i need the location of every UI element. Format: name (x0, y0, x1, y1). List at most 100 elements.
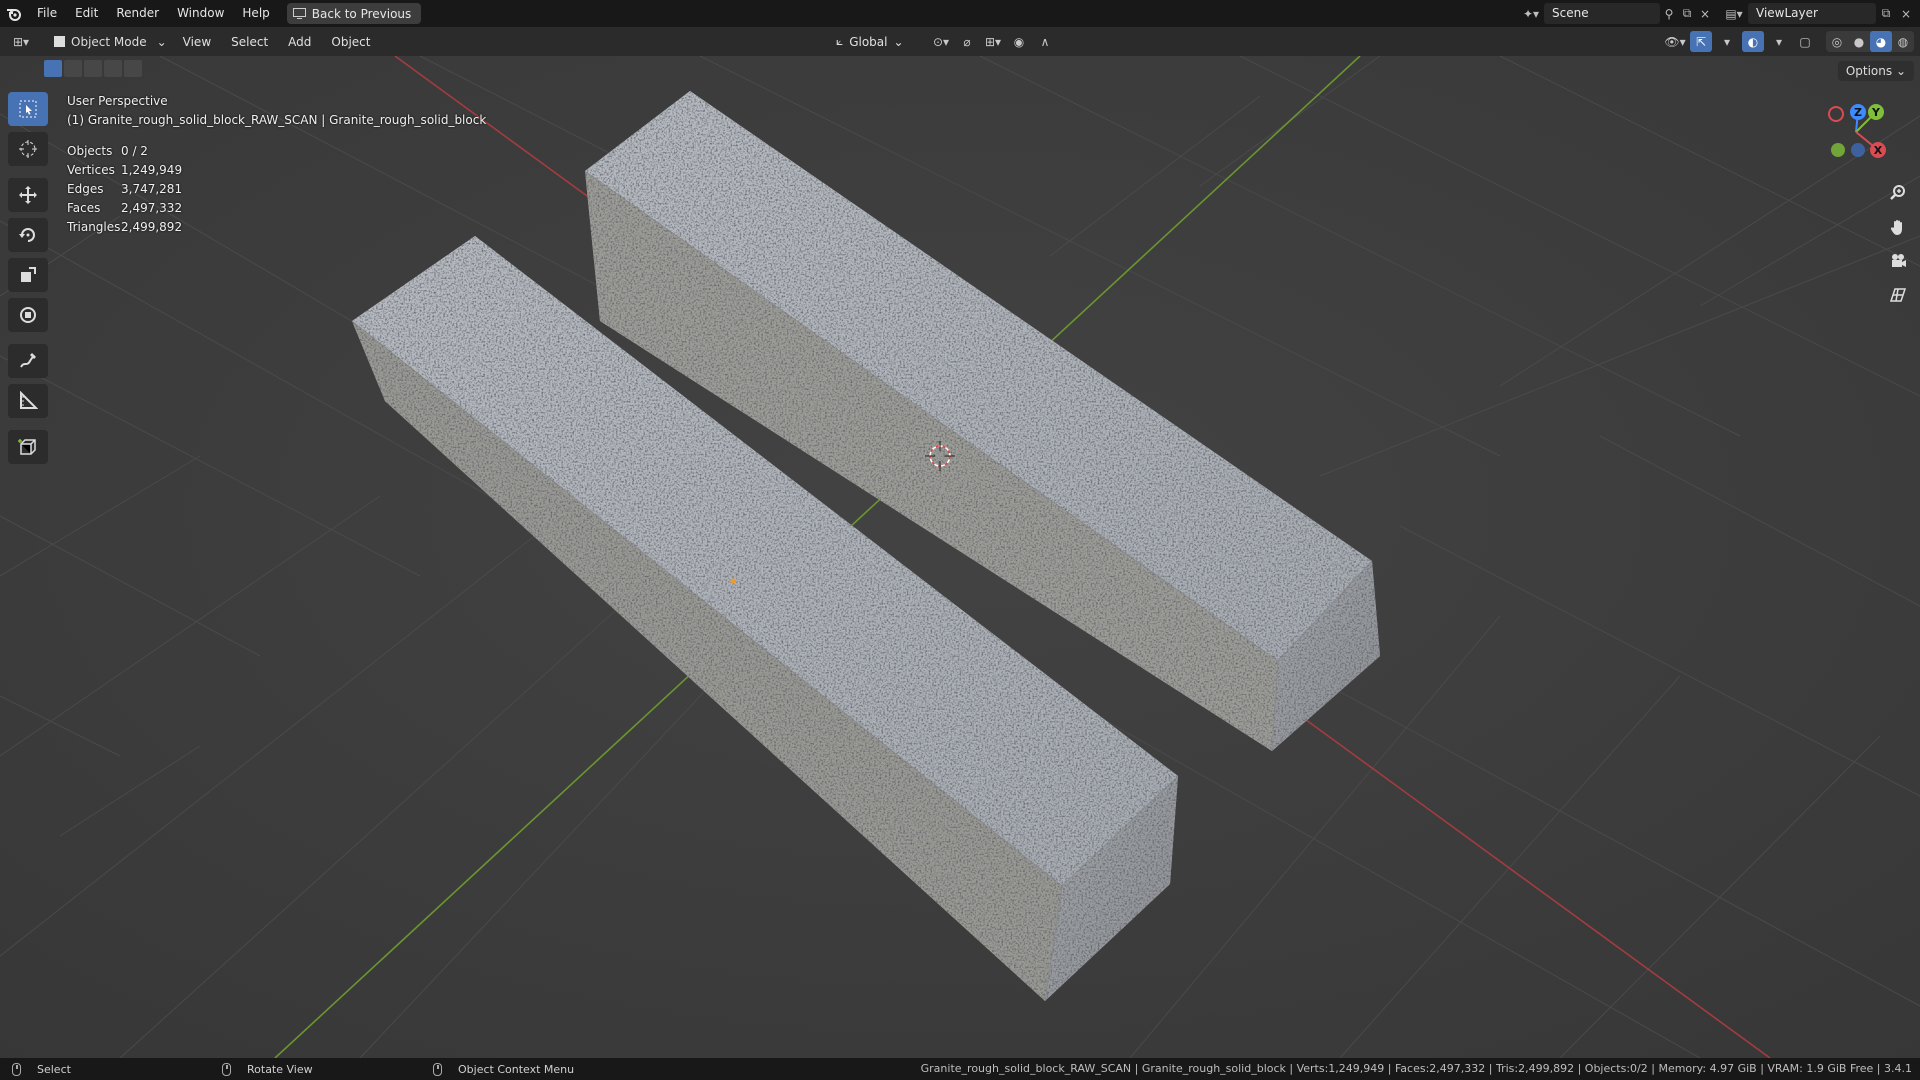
menu-render[interactable]: Render (107, 0, 168, 27)
camera-view-icon[interactable] (1884, 248, 1912, 274)
status-info: Granite_rough_solid_block_RAW_SCAN | Gra… (920, 1062, 1912, 1075)
overlays-dropdown-icon[interactable]: ▾ (1768, 31, 1790, 52)
gizmo-neg-z-icon[interactable] (1851, 143, 1865, 157)
duplicate-scene-icon[interactable]: ⧉ (1678, 3, 1696, 24)
scene-statistics: Objects 0 / 2 Vertices 1,249,949 Edges 3,74… (67, 142, 486, 237)
scale-tool-icon[interactable] (8, 258, 48, 292)
select-extend-icon[interactable] (64, 60, 82, 77)
viewport-header: ⊞▾ Object Mode ⌄ View Select Add Object … (0, 27, 1920, 56)
select-subtract-icon[interactable] (84, 60, 102, 77)
gizmo-dropdown-icon[interactable]: ▾ (1716, 31, 1738, 52)
material-preview-shading-icon[interactable]: ◕ (1870, 31, 1892, 52)
close-scene-icon[interactable]: × (1696, 3, 1714, 24)
annotate-tool-icon[interactable] (8, 344, 48, 378)
measure-tool-icon[interactable] (8, 384, 48, 418)
gizmo-toggle-icon[interactable]: ⇱ (1690, 31, 1712, 52)
transform-orientation-dropdown[interactable]: ⟀ Global ⌄ (836, 31, 904, 52)
snap-target-icon[interactable]: ⊞▾ (982, 31, 1004, 52)
rendered-shading-icon[interactable]: ◍ (1892, 31, 1914, 52)
scene-icon[interactable]: ✦▾ (1522, 3, 1540, 24)
move-tool-icon[interactable] (8, 178, 48, 212)
snap-toggle-icon[interactable]: ⌀ (956, 31, 978, 52)
menu-object[interactable]: Object (321, 35, 380, 49)
back-to-previous-label: Back to Previous (311, 6, 412, 21)
status-select-label: Select (37, 1062, 71, 1076)
select-intersect-icon[interactable] (124, 60, 142, 77)
select-new-icon[interactable] (44, 60, 62, 77)
rotate-tool-icon[interactable] (8, 218, 48, 252)
right-mouse-icon (433, 1062, 442, 1076)
viewport-info-overlay: User Perspective (1) Granite_rough_solid… (67, 92, 486, 237)
stat-row: Faces 2,497,332 (67, 199, 486, 218)
menu-select[interactable]: Select (221, 35, 278, 49)
select-invert-icon[interactable] (104, 60, 122, 77)
scene-selector: ✦▾ Scene ⚲ ⧉ × (1522, 3, 1714, 24)
stat-key: Triangles (67, 220, 121, 234)
stat-key: Vertices (67, 163, 115, 177)
pan-hand-icon[interactable] (1884, 214, 1912, 240)
stat-row: Vertices 1,249,949 (67, 161, 486, 180)
menu-window[interactable]: Window (168, 0, 233, 27)
gizmo-y-label: Y (1871, 106, 1881, 119)
selection-mode-buttons (44, 60, 142, 77)
add-cube-tool-icon[interactable] (8, 430, 48, 464)
close-view-layer-icon[interactable]: × (1896, 3, 1916, 24)
3d-viewport[interactable]: Options ⌄ User Perspective (1) Granite_r… (0, 56, 1920, 1058)
falloff-icon[interactable]: ∧ (1034, 31, 1056, 52)
stat-row: Objects 0 / 2 (67, 142, 486, 161)
orientation-axes-icon: ⟀ (836, 34, 844, 48)
view-layer-icon[interactable]: ▤▾ (1724, 3, 1744, 24)
chevron-down-icon: ⌄ (893, 34, 904, 49)
viewport-display-controls: 👁▾ ⇱ ▾ ◐ ▾ ▢ ◎ ● ◕ ◍ ▾ (1664, 31, 1920, 52)
object-mode-label: Object Mode (71, 34, 147, 49)
zoom-icon[interactable] (1884, 180, 1912, 206)
stat-value: 2,497,332 (121, 201, 183, 215)
shading-mode-group: ◎ ● ◕ ◍ (1826, 31, 1914, 52)
snapping-controls: ⊙▾ ⌀ ⊞▾ ◉ ∧ (930, 31, 1056, 52)
editor-type-icon[interactable]: ⊞▾ (10, 31, 32, 52)
menu-add[interactable]: Add (278, 35, 321, 49)
gizmo-x-label: X (1874, 144, 1883, 157)
stat-row: Triangles 2,499,892 (67, 218, 486, 237)
solid-shading-icon[interactable]: ● (1848, 31, 1870, 52)
options-dropdown[interactable]: Options ⌄ (1837, 61, 1914, 81)
scene-name: Scene (1552, 6, 1589, 20)
proportional-editing-icon[interactable]: ◉ (1008, 31, 1030, 52)
back-to-previous-button[interactable]: Back to Previous (286, 3, 422, 24)
stat-key: Faces (67, 201, 101, 215)
xray-toggle-icon[interactable]: ▢ (1794, 31, 1816, 52)
menu-view[interactable]: View (173, 35, 221, 49)
visibility-icon[interactable]: 👁▾ (1664, 31, 1686, 52)
view-layer-name-field[interactable]: ViewLayer (1748, 3, 1876, 24)
menu-edit[interactable]: Edit (66, 0, 107, 27)
transform-orientation-label: Global (849, 34, 888, 49)
navigation-buttons (1884, 180, 1912, 308)
transform-tool-icon[interactable] (8, 298, 48, 332)
scene-name-field[interactable]: Scene (1544, 3, 1660, 24)
status-bar: Select Rotate View Object Context Menu G… (0, 1058, 1920, 1080)
status-rotate-hint: Rotate View (222, 1062, 313, 1076)
status-rotate-label: Rotate View (247, 1062, 313, 1076)
menu-file[interactable]: File (28, 0, 66, 27)
pin-icon[interactable]: ⚲ (1660, 3, 1678, 24)
stat-row: Edges 3,747,281 (67, 180, 486, 199)
wireframe-shading-icon[interactable]: ◎ (1826, 31, 1848, 52)
pivot-point-icon[interactable]: ⊙▾ (930, 31, 952, 52)
chevron-down-icon: ⌄ (156, 34, 167, 49)
object-mode-dropdown[interactable]: Object Mode ⌄ (48, 31, 173, 52)
gizmo-neg-x-icon[interactable] (1828, 106, 1844, 122)
select-box-tool-icon[interactable] (8, 92, 48, 126)
cursor-tool-icon[interactable] (8, 132, 48, 166)
options-label: Options (1845, 64, 1893, 78)
duplicate-view-layer-icon[interactable]: ⧉ (1876, 3, 1896, 24)
overlays-toggle-icon[interactable]: ◐ (1742, 31, 1764, 52)
navigation-gizmo[interactable]: Z Y X (1816, 102, 1896, 172)
stat-value: 0 / 2 (121, 144, 148, 158)
orthographic-grid-icon[interactable] (1884, 282, 1912, 308)
blender-logo-icon[interactable] (0, 0, 28, 27)
menu-help[interactable]: Help (233, 0, 278, 27)
gizmo-neg-y-icon[interactable] (1831, 143, 1845, 157)
tool-shelf (8, 92, 48, 464)
left-mouse-icon (12, 1062, 21, 1076)
status-select-hint: Select (12, 1062, 71, 1076)
